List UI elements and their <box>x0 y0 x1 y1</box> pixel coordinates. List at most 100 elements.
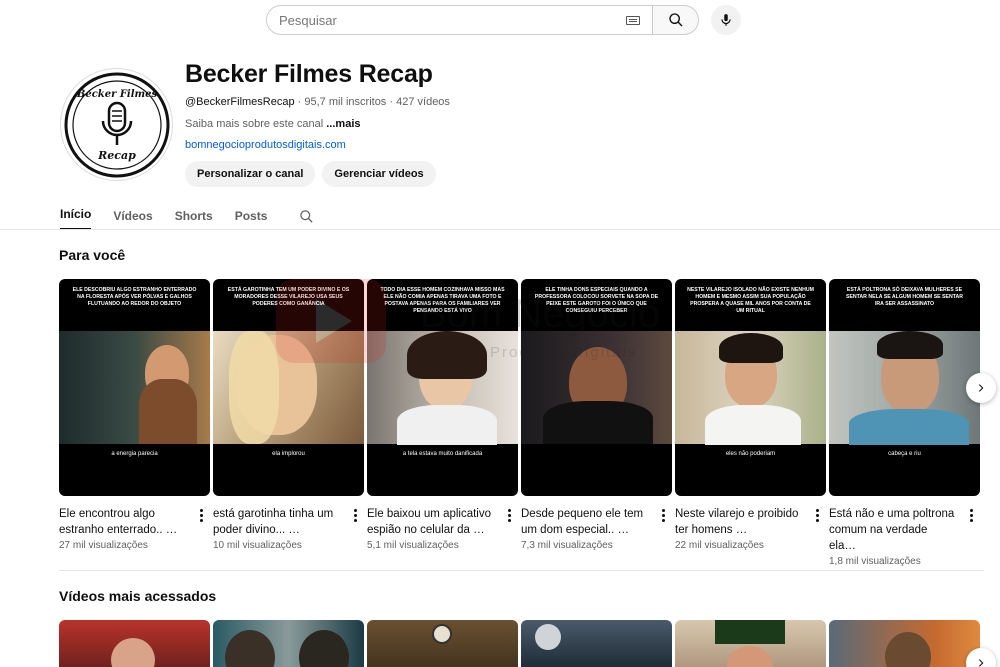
video-thumbnail[interactable] <box>367 620 518 667</box>
chevron-right-icon <box>978 659 984 667</box>
voice-search-button[interactable] <box>711 5 741 35</box>
search-box[interactable] <box>266 5 653 35</box>
thumbnail-figure <box>397 405 497 445</box>
tabs-divider <box>0 229 1000 230</box>
video-thumbnail[interactable] <box>213 620 364 667</box>
thumbnail-figure <box>407 331 487 379</box>
subscriber-count: 95,7 mil inscritos <box>304 96 387 108</box>
channel-name: Becker Filmes Recap <box>185 60 433 88</box>
thumbnail-caption: Todo dia esse homem cozinhava misso mas … <box>380 287 505 314</box>
video-thumbnail[interactable]: Neste vilarejo isolado não existe nenhum… <box>675 279 826 496</box>
thumbnail-caption-box <box>715 620 785 644</box>
thumbnail-caption: Neste vilarejo isolado não existe nenhum… <box>687 287 814 314</box>
channel-description[interactable]: Saiba mais sobre este canal ...mais <box>185 118 361 130</box>
video-title[interactable]: Neste vilarejo e proibido ter homens … <box>675 506 801 538</box>
thumbnail-figure <box>225 630 275 667</box>
thumbnail-frame <box>367 331 518 445</box>
thumbnail-figure <box>299 630 349 667</box>
more-vert-icon[interactable] <box>964 507 978 523</box>
thumbnail-subtitle: eles não poderiam <box>725 451 776 457</box>
card-info: Ele encontrou algo estranho enterrado.. … <box>59 506 210 551</box>
list-item[interactable]: Neste vilarejo isolado não existe nenhum… <box>675 279 826 567</box>
video-thumbnail[interactable] <box>59 620 210 667</box>
meta-separator: · <box>389 96 394 108</box>
video-title[interactable]: Está não e uma poltrona comum na verdade… <box>829 506 955 554</box>
thumbnail-figure <box>705 405 801 445</box>
list-item[interactable]: Todo dia esse homem cozinhava misso mas … <box>367 279 518 567</box>
most-watched-row <box>59 620 980 667</box>
thumbnail-figure <box>229 331 279 444</box>
tab-videos[interactable]: Vídeos <box>113 202 152 230</box>
carousel-next-button[interactable] <box>966 648 996 667</box>
video-title[interactable]: está garotinha tinha um poder divino... … <box>213 506 339 538</box>
logo-text-top: Becker Filmes <box>75 89 157 100</box>
channel-handle: @BeckerFilmesRecap <box>185 96 295 108</box>
more-vert-icon[interactable] <box>656 507 670 523</box>
thumbnail-subtitle: a energia parecia <box>111 451 158 457</box>
more-vert-icon[interactable] <box>348 507 362 523</box>
more-vert-icon[interactable] <box>810 507 824 523</box>
card-info: está garotinha tinha um poder divino... … <box>213 506 364 551</box>
video-thumbnail[interactable]: Está garotinha tem um poder divino e os … <box>213 279 364 496</box>
video-count: 427 vídeos <box>396 96 450 108</box>
video-title[interactable]: Ele baixou um aplicativo espião no celul… <box>367 506 493 538</box>
manage-videos-button[interactable]: Gerenciar vídeos <box>322 161 436 187</box>
video-thumbnail[interactable]: Ele tinha dons especiais quando a profes… <box>521 279 672 496</box>
section-title-most-watched: Vídeos mais acessados <box>59 588 217 604</box>
section-title-for-you: Para você <box>59 247 126 263</box>
thumbnail-subtitle: cabeça e riu <box>888 451 921 457</box>
thumbnail-figure <box>877 331 943 359</box>
list-item[interactable]: Ele descobriu algo estranho enterrado na… <box>59 279 210 567</box>
customize-channel-button[interactable]: Personalizar o canal <box>185 161 316 187</box>
channel-avatar[interactable]: Becker Filmes Recap <box>60 68 173 181</box>
thumbnail-figure <box>111 638 155 667</box>
search-button[interactable] <box>653 5 699 35</box>
tab-posts[interactable]: Posts <box>235 202 268 230</box>
search-input[interactable] <box>279 12 626 28</box>
list-item[interactable]: Ele tinha dons especiais quando a profes… <box>521 279 672 567</box>
thumbnail-frame <box>675 331 826 445</box>
channel-logo: Becker Filmes Recap <box>64 72 169 177</box>
video-thumbnail[interactable]: Todo dia esse homem cozinhava misso mas … <box>367 279 518 496</box>
thumbnail-figure <box>719 333 783 363</box>
tab-search[interactable] <box>299 202 314 230</box>
tab-shorts[interactable]: Shorts <box>175 202 213 230</box>
video-thumbnail[interactable]: Está poltrona só deixava mulheres se sen… <box>829 279 980 496</box>
description-text: Saiba mais sobre este canal <box>185 118 324 130</box>
channel-meta: @BeckerFilmesRecap · 95,7 mil inscritos … <box>185 96 450 108</box>
video-thumbnail[interactable]: Ele descobriu algo estranho enterrado na… <box>59 279 210 496</box>
tab-home[interactable]: Início <box>60 200 92 230</box>
for-you-row: Ele descobriu algo estranho enterrado na… <box>59 279 980 567</box>
view-count: 10 mil visualizações <box>213 540 302 551</box>
thumbnail-figure <box>727 646 773 667</box>
keyboard-icon[interactable] <box>626 15 640 25</box>
thumbnail-subtitle: a tela estava muito danificada <box>402 451 483 457</box>
view-count: 27 mil visualizações <box>59 540 148 551</box>
more-vert-icon[interactable] <box>502 507 516 523</box>
meta-separator: · <box>297 96 302 108</box>
thumbnail-frame <box>59 331 210 444</box>
thumbnail-figure <box>139 379 197 444</box>
more-vert-icon[interactable] <box>194 507 208 523</box>
view-count: 22 mil visualizações <box>675 540 764 551</box>
more-link[interactable]: ...mais <box>326 118 360 130</box>
list-item[interactable]: Está poltrona só deixava mulheres se sen… <box>829 279 980 567</box>
card-info: Desde pequeno ele tem um dom especial.. … <box>521 506 672 551</box>
search-icon <box>668 13 682 27</box>
section-divider <box>59 570 984 571</box>
video-thumbnail[interactable] <box>675 620 826 667</box>
video-title[interactable]: Desde pequeno ele tem um dom especial.. … <box>521 506 647 538</box>
list-item[interactable]: Está garotinha tem um poder divino e os … <box>213 279 364 567</box>
thumbnail-figure <box>543 401 653 444</box>
view-count: 5,1 mil visualizações <box>367 540 459 551</box>
video-title[interactable]: Ele encontrou algo estranho enterrado.. … <box>59 506 185 538</box>
carousel-next-button[interactable] <box>966 373 996 403</box>
thumbnail-caption: Ele tinha dons especiais quando a profes… <box>534 287 659 314</box>
thumbnail-frame <box>829 331 980 445</box>
channel-link[interactable]: bomnegocioprodutosdigitais.com <box>185 139 346 151</box>
moon-icon <box>535 624 561 650</box>
thumbnail-frame <box>521 331 672 444</box>
video-thumbnail[interactable] <box>521 620 672 667</box>
video-thumbnail[interactable] <box>829 620 980 667</box>
card-info: Neste vilarejo e proibido ter homens … 2… <box>675 506 826 551</box>
